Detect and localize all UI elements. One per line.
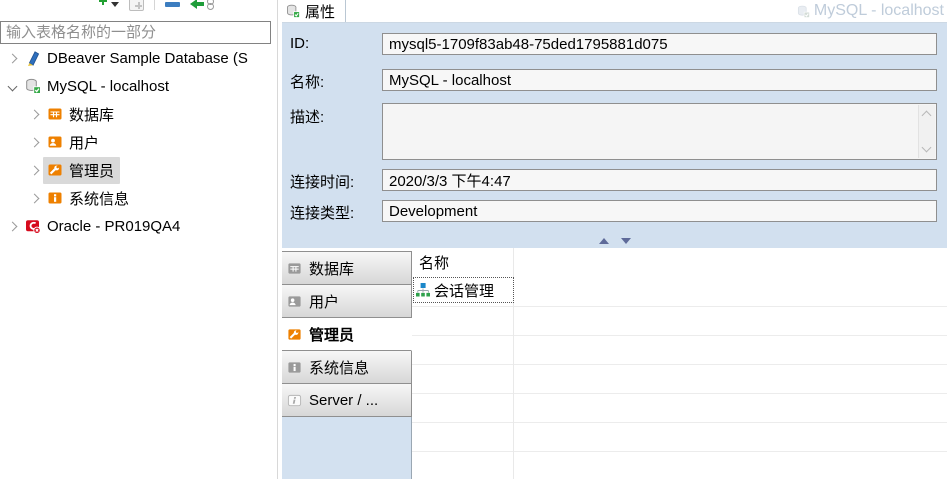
- sash-expand-down-icon[interactable]: [620, 237, 631, 244]
- category-tab-filler: [282, 417, 412, 479]
- horizontal-sash[interactable]: [282, 233, 947, 248]
- tab-label: 属性: [305, 3, 336, 21]
- databases-folder-icon: [48, 108, 62, 120]
- tree-item-label: 系统信息: [69, 190, 130, 208]
- tree-item-system-info[interactable]: 系统信息: [0, 184, 277, 212]
- scroll-up-icon[interactable]: [921, 110, 932, 121]
- mysql-connection-icon: [287, 4, 300, 18]
- new-item-icon[interactable]: [129, 0, 144, 11]
- administer-folder-icon: [48, 164, 62, 176]
- name-field[interactable]: MySQL - localhost: [382, 69, 937, 91]
- window-connection-label: MySQL - localhost: [797, 0, 944, 22]
- chevron-right-icon[interactable]: [29, 165, 39, 175]
- window-label-text: MySQL - localhost: [813, 2, 944, 19]
- table-header-name[interactable]: 名称: [419, 252, 449, 273]
- tree-item-label: 用户: [69, 134, 100, 152]
- vtab-system-info[interactable]: 系统信息: [282, 351, 412, 384]
- tree-item-mysql-localhost[interactable]: MySQL - localhost: [0, 72, 277, 100]
- vtab-users[interactable]: 用户: [282, 285, 412, 318]
- administer-folder-icon: [288, 328, 301, 340]
- table-row-session-management[interactable]: 会话管理: [413, 277, 514, 303]
- vtab-label: 用户: [309, 293, 340, 311]
- connect-type-value: Development: [389, 202, 478, 220]
- chevron-down-icon[interactable]: [7, 81, 17, 91]
- chevron-right-icon[interactable]: [7, 221, 17, 231]
- back-arrow-icon[interactable]: [190, 0, 204, 9]
- name-value: MySQL - localhost: [389, 71, 511, 89]
- database-tree: DBeaver Sample Database (S MySQL - local…: [0, 44, 277, 240]
- tree-item-label: 管理员: [69, 162, 115, 180]
- connect-time-label: 连接时间:: [290, 174, 355, 191]
- users-gray-icon: [288, 295, 301, 307]
- vtab-server[interactable]: Server / ...: [282, 384, 412, 417]
- chevron-right-icon[interactable]: [29, 137, 39, 147]
- collapse-all-icon[interactable]: [165, 1, 180, 7]
- mysql-connection-icon: [797, 5, 810, 18]
- id-label: ID:: [290, 35, 310, 52]
- database-navigator-panel: DBeaver Sample Database (S MySQL - local…: [0, 0, 277, 479]
- selected-tree-item[interactable]: 管理员: [43, 156, 121, 184]
- chevron-right-icon[interactable]: [29, 193, 39, 203]
- vtab-label: Server / ...: [309, 391, 379, 409]
- description-label: 描述:: [290, 109, 325, 126]
- table-gridlines: [412, 278, 947, 479]
- table-filter-input[interactable]: [0, 21, 271, 44]
- connect-time-value: 2020/3/3 下午4:47: [389, 172, 511, 190]
- system-info-folder-icon: [48, 192, 62, 204]
- vtab-administer-selected[interactable]: 管理员: [282, 318, 412, 351]
- connect-type-label: 连接类型:: [290, 205, 355, 222]
- object-browser-area: 数据库 用户 管理员 系统信息 Server / ... 名称 会话管理: [282, 248, 947, 479]
- description-field[interactable]: [382, 103, 937, 160]
- server-info-icon: [287, 394, 302, 406]
- id-value: mysql5-1709f83ab48-75ded1795881d075: [389, 35, 668, 53]
- databases-gray-icon: [288, 262, 301, 274]
- editor-tabbar: 属性 MySQL - localhost: [282, 0, 947, 23]
- tree-item-label: 数据库: [69, 106, 115, 124]
- object-table: 名称 会话管理: [412, 248, 947, 479]
- session-manager-icon: [416, 283, 430, 297]
- vtab-label: 数据库: [309, 260, 355, 278]
- tree-item-users[interactable]: 用户: [0, 128, 277, 156]
- link-with-editor-icon[interactable]: [207, 0, 214, 10]
- tree-item-label: Oracle - PR019QA4: [47, 217, 181, 235]
- vtab-label: 系统信息: [309, 359, 370, 377]
- table-cell-label: 会话管理: [434, 282, 495, 300]
- sash-expand-up-icon[interactable]: [598, 237, 609, 244]
- properties-form: ID: mysql5-1709f83ab48-75ded1795881d075 …: [282, 23, 947, 233]
- name-label: 名称:: [290, 74, 325, 91]
- scrollbar[interactable]: [918, 105, 935, 158]
- navigator-toolbar: [99, 0, 214, 13]
- tree-item-administer[interactable]: 管理员: [0, 156, 277, 184]
- connect-time-field[interactable]: 2020/3/3 下午4:47: [382, 169, 937, 191]
- tree-item-dbeaver-sample[interactable]: DBeaver Sample Database (S: [0, 44, 277, 72]
- tree-item-oracle[interactable]: Oracle - PR019QA4: [0, 212, 277, 240]
- users-folder-icon: [48, 136, 62, 148]
- chevron-right-icon[interactable]: [7, 53, 17, 63]
- connection-editor-panel: 属性 MySQL - localhost ID: mysql5-1709f83a…: [282, 0, 947, 479]
- oracle-connection-error-icon: [26, 220, 41, 234]
- toolbar-separator: [154, 0, 155, 10]
- category-tab-list: 数据库 用户 管理员 系统信息 Server / ...: [282, 251, 412, 417]
- scroll-down-icon[interactable]: [921, 142, 932, 153]
- chevron-right-icon[interactable]: [29, 109, 39, 119]
- tree-item-databases[interactable]: 数据库: [0, 100, 277, 128]
- system-info-gray-icon: [288, 361, 301, 373]
- id-field[interactable]: mysql5-1709f83ab48-75ded1795881d075: [382, 33, 937, 55]
- connect-type-field[interactable]: Development: [382, 200, 937, 222]
- tree-item-label: DBeaver Sample Database (S: [47, 49, 248, 67]
- mysql-connection-icon: [26, 78, 41, 94]
- vtab-label: 管理员: [309, 326, 355, 344]
- vtab-databases[interactable]: 数据库: [282, 252, 412, 285]
- tree-item-label: MySQL - localhost: [47, 77, 169, 95]
- dbeaver-sample-db-icon: [28, 51, 40, 66]
- tab-properties[interactable]: 属性: [282, 0, 347, 22]
- menu-caret-icon[interactable]: [111, 1, 119, 7]
